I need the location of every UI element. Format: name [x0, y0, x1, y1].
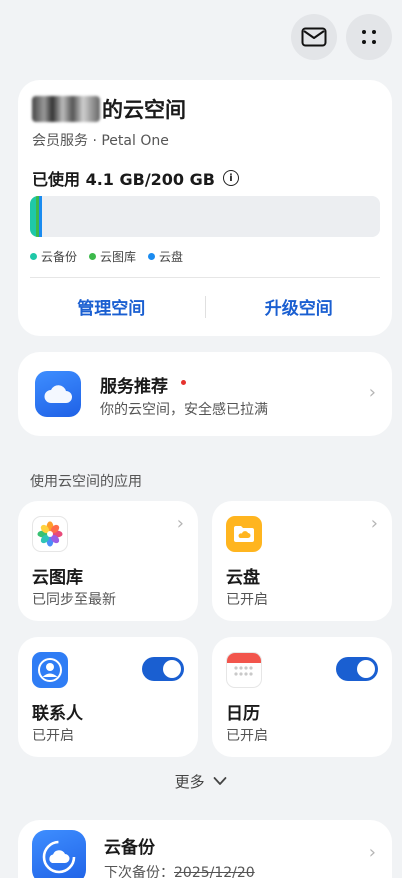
- member-service-line[interactable]: 会员服务 · Petal One: [32, 130, 169, 150]
- app-tile-calendar[interactable]: 日历 已开启: [212, 637, 392, 757]
- tile-status: 已开启: [226, 728, 268, 744]
- backup-title: 云备份: [104, 838, 155, 858]
- tile-name: 日历: [226, 704, 260, 724]
- notification-dot: [181, 380, 186, 385]
- backup-next-date: 2025/12/20: [174, 865, 255, 878]
- tile-name: 云图库: [32, 568, 83, 588]
- storage-actions: 管理空间 升级空间: [18, 294, 392, 319]
- legend-drive: 云盘: [148, 248, 183, 265]
- apps-section-title: 使用云空间的应用: [30, 474, 142, 490]
- calendar-sync-toggle[interactable]: [336, 657, 378, 681]
- owner-title-row: 的云空间: [32, 94, 186, 124]
- legend-gallery: 云图库: [89, 248, 136, 265]
- usage-segment-drive: [39, 196, 42, 237]
- manage-space-button[interactable]: 管理空间: [18, 294, 205, 319]
- info-icon[interactable]: i: [222, 170, 239, 186]
- service-title: 服务推荐: [100, 377, 168, 397]
- gallery-icon: [32, 516, 68, 552]
- app-tile-gallery[interactable]: › 云图库 已同步至最新: [18, 501, 198, 621]
- chevron-right-icon: ›: [368, 842, 376, 863]
- calendar-icon: [226, 652, 262, 688]
- mail-icon: [301, 27, 327, 47]
- app-tile-drive[interactable]: › 云盘 已开启: [212, 501, 392, 621]
- chevron-right-icon: ›: [368, 382, 376, 403]
- drive-icon: [226, 516, 262, 552]
- tile-status: 已开启: [226, 592, 268, 608]
- tile-name: 云盘: [226, 568, 260, 588]
- contacts-sync-toggle[interactable]: [142, 657, 184, 681]
- more-label: 更多: [174, 773, 205, 791]
- storage-legend: 云备份 云图库 云盘: [30, 248, 183, 265]
- service-recommend-card[interactable]: 服务推荐 你的云空间，安全感已拉满 ›: [18, 352, 392, 436]
- storage-usage-bar: [30, 196, 380, 237]
- blurred-username: [32, 96, 100, 122]
- cloud-backup-icon: [32, 830, 86, 878]
- service-subtitle: 你的云空间，安全感已拉满: [100, 402, 268, 418]
- tile-status: 已开启: [32, 728, 74, 744]
- app-tile-contacts[interactable]: 联系人 已开启: [18, 637, 198, 757]
- tile-name: 联系人: [32, 704, 83, 724]
- backup-subtitle: 下次备份：2025/12/20: [104, 862, 255, 878]
- legend-backup: 云备份: [30, 248, 77, 265]
- more-apps-button[interactable]: 更多: [0, 771, 402, 792]
- cloud-icon: [35, 371, 81, 417]
- chevron-down-icon: [213, 777, 227, 785]
- contacts-icon: [32, 652, 68, 688]
- more-button[interactable]: [346, 14, 392, 60]
- chevron-right-icon: ›: [370, 513, 378, 534]
- backup-next-label: 下次备份：: [104, 865, 174, 878]
- upgrade-space-button[interactable]: 升级空间: [206, 294, 393, 319]
- owner-title: 的云空间: [102, 98, 186, 122]
- mail-button[interactable]: [291, 14, 337, 60]
- tile-status: 已同步至最新: [32, 592, 116, 608]
- more-dots-icon: [362, 30, 376, 44]
- storage-card: 的云空间 会员服务 · Petal One 已使用 4.1 GB/200 GB …: [18, 80, 392, 336]
- storage-used-label: 已使用 4.1 GB/200 GB: [32, 170, 215, 189]
- top-toolbar: [291, 14, 392, 60]
- cloud-backup-card[interactable]: 云备份 下次备份：2025/12/20 ›: [18, 820, 392, 878]
- storage-used-row: 已使用 4.1 GB/200 GB i: [32, 166, 239, 190]
- divider: [30, 277, 380, 278]
- chevron-right-icon: ›: [176, 513, 184, 534]
